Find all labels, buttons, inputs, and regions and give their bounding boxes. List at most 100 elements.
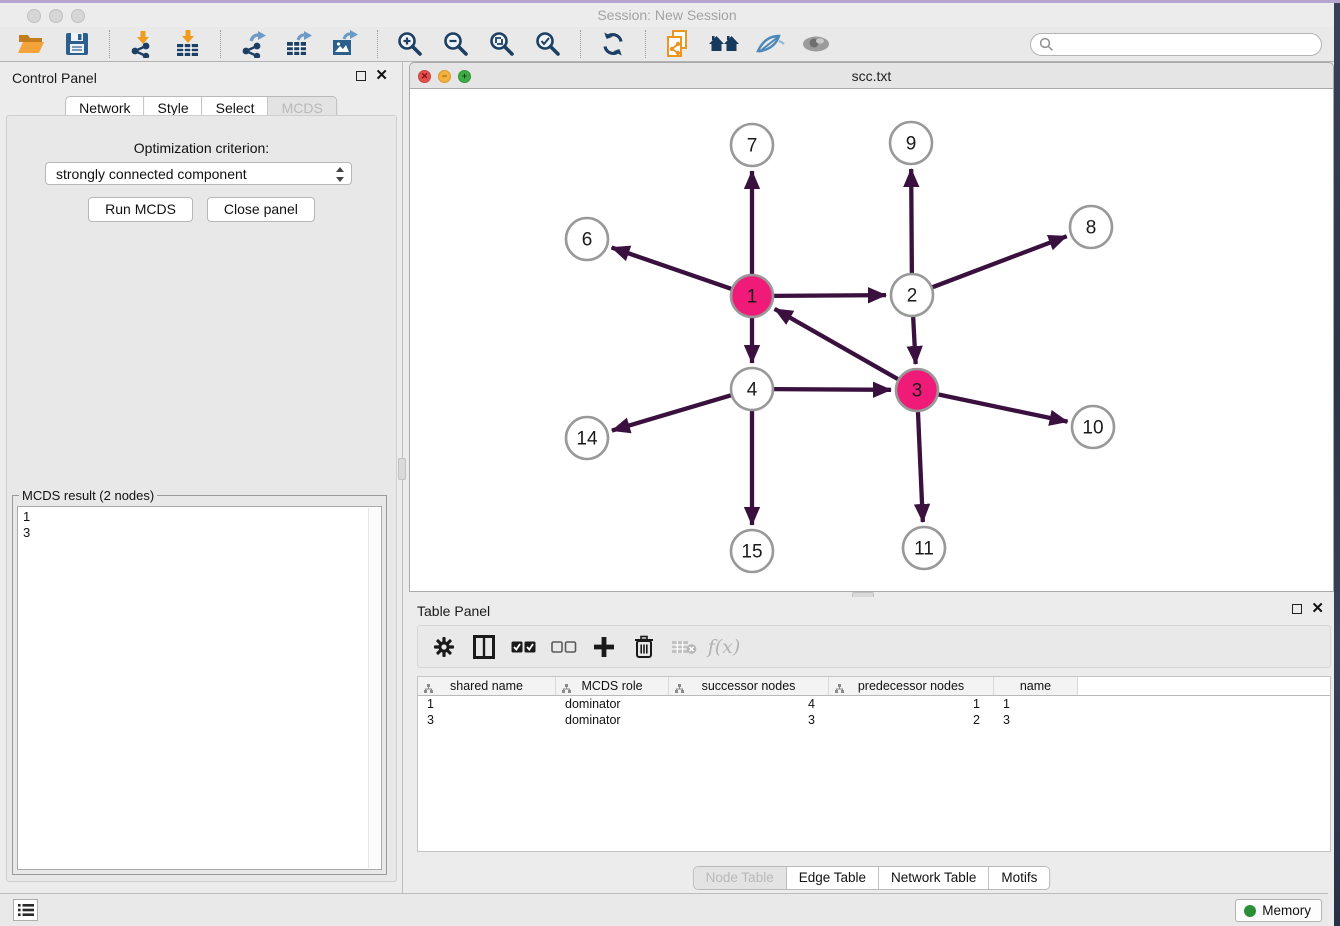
show-overview-icon[interactable] xyxy=(800,29,832,59)
table-cell[interactable]: dominator xyxy=(556,712,669,728)
graph-edge-1-2[interactable] xyxy=(774,295,886,296)
export-image-icon[interactable] xyxy=(329,29,361,59)
table-options-icon[interactable] xyxy=(430,634,458,660)
graph-edge-3-10[interactable] xyxy=(939,395,1068,422)
column-header-predecessor-nodes[interactable]: predecessor nodes xyxy=(829,677,994,695)
control-panel-float-icon[interactable] xyxy=(356,71,366,81)
close-panel-button[interactable]: Close panel xyxy=(207,197,315,222)
table-cell[interactable]: 2 xyxy=(829,712,994,728)
network-canvas[interactable]: 7 9 6 8 1 2 4 3 14 10 15 11 xyxy=(409,89,1334,592)
import-table-icon[interactable] xyxy=(172,29,204,59)
graph-edge-2-9[interactable] xyxy=(911,169,912,273)
zoom-selected-icon[interactable] xyxy=(532,29,564,59)
graph-node-10[interactable]: 10 xyxy=(1072,406,1114,448)
table-cell[interactable]: 4 xyxy=(669,696,829,712)
column-header-shared-name[interactable]: shared name xyxy=(418,677,556,695)
graph-node-9[interactable]: 9 xyxy=(890,122,932,164)
table-cell[interactable]: 3 xyxy=(669,712,829,728)
graph-node-14[interactable]: 14 xyxy=(566,417,608,459)
column-label: successor nodes xyxy=(702,679,796,693)
show-columns-icon[interactable] xyxy=(470,634,498,660)
svg-text:4: 4 xyxy=(747,380,758,401)
graph-edge-1-6[interactable] xyxy=(612,247,732,288)
graph-edge-2-3[interactable] xyxy=(913,317,915,364)
graph-node-2[interactable]: 2 xyxy=(891,274,933,316)
svg-text:3: 3 xyxy=(912,381,923,402)
select-all-icon[interactable] xyxy=(510,634,538,660)
control-panel-close-icon[interactable]: ✕ xyxy=(375,71,388,81)
refresh-view-icon[interactable] xyxy=(597,29,629,59)
table-cell[interactable]: 1 xyxy=(418,696,556,712)
table-panel-float-icon[interactable] xyxy=(1292,604,1302,614)
node-table[interactable]: shared nameMCDS role successor nodes prede… xyxy=(417,676,1331,852)
run-mcds-button[interactable]: Run MCDS xyxy=(88,197,193,222)
graph-edge-4-3[interactable] xyxy=(774,389,891,390)
network-window-titlebar[interactable]: ✕ − + scc.txt xyxy=(409,62,1334,89)
graph-node-1[interactable]: 1 xyxy=(731,275,773,317)
export-network-icon[interactable] xyxy=(237,29,269,59)
task-history-button[interactable] xyxy=(13,899,38,921)
tab-node-table[interactable]: Node Table xyxy=(694,867,787,889)
svg-text:2: 2 xyxy=(907,286,918,307)
dropdown-stepper-icon xyxy=(333,165,347,187)
status-bar: Memory xyxy=(0,893,1328,926)
delete-row-icon[interactable] xyxy=(630,634,658,660)
graph-edge-3-11[interactable] xyxy=(918,412,923,522)
graph-node-15[interactable]: 15 xyxy=(731,530,773,572)
table-cell[interactable]: 1 xyxy=(994,696,1078,712)
memory-button[interactable]: Memory xyxy=(1235,899,1322,922)
save-session-icon[interactable] xyxy=(61,29,93,59)
table-panel-close-icon[interactable]: ✕ xyxy=(1311,604,1324,614)
table-row[interactable]: 1dominator411 xyxy=(418,696,1330,712)
column-header-name[interactable]: name xyxy=(994,677,1078,695)
delete-table-icon[interactable] xyxy=(670,634,698,660)
open-home-icon[interactable] xyxy=(708,29,740,59)
deselect-all-icon[interactable] xyxy=(550,634,578,660)
zoom-fit-icon[interactable] xyxy=(486,29,518,59)
search-field xyxy=(1030,33,1322,56)
svg-text:8: 8 xyxy=(1086,218,1097,239)
search-icon xyxy=(1039,37,1054,57)
table-cell[interactable]: dominator xyxy=(556,696,669,712)
mcds-result-text[interactable]: 13 xyxy=(17,506,382,870)
table-cell[interactable]: 3 xyxy=(994,712,1078,728)
table-cell[interactable]: 3 xyxy=(418,712,556,728)
column-header-MCDS-role[interactable]: MCDS role xyxy=(556,677,669,695)
open-session-icon[interactable] xyxy=(15,29,47,59)
add-row-icon[interactable] xyxy=(590,634,618,660)
zoom-out-icon[interactable] xyxy=(440,29,472,59)
mcds-result-title: MCDS result (2 nodes) xyxy=(19,488,157,503)
table-cell[interactable]: 1 xyxy=(829,696,994,712)
zoom-in-icon[interactable] xyxy=(394,29,426,59)
graph-edge-2-8[interactable] xyxy=(933,236,1067,287)
apply-function-icon[interactable]: f(x) xyxy=(710,634,738,660)
duplicate-network-icon[interactable] xyxy=(662,29,694,59)
graph-edge-4-14[interactable] xyxy=(612,395,731,430)
graph-node-11[interactable]: 11 xyxy=(903,527,945,569)
tab-motifs[interactable]: Motifs xyxy=(989,867,1049,889)
graph-node-3[interactable]: 3 xyxy=(896,369,938,411)
column-label: predecessor nodes xyxy=(858,679,964,693)
column-header-successor-nodes[interactable]: successor nodes xyxy=(669,677,829,695)
main-toolbar xyxy=(0,27,1334,62)
result-scrollbar[interactable] xyxy=(368,508,380,868)
graph-node-6[interactable]: 6 xyxy=(566,218,608,260)
graph-node-7[interactable]: 7 xyxy=(731,124,773,166)
svg-text:15: 15 xyxy=(741,542,762,563)
criterion-dropdown[interactable]: strongly connected component xyxy=(45,162,352,185)
tab-network-table[interactable]: Network Table xyxy=(879,867,989,889)
tab-edge-table[interactable]: Edge Table xyxy=(787,867,879,889)
import-network-icon[interactable] xyxy=(126,29,158,59)
result-line: 3 xyxy=(23,525,381,541)
export-table-icon[interactable] xyxy=(283,29,315,59)
graph-node-8[interactable]: 8 xyxy=(1070,206,1112,248)
graph-node-4[interactable]: 4 xyxy=(731,368,773,410)
table-row[interactable]: 3dominator323 xyxy=(418,712,1330,728)
search-input[interactable] xyxy=(1030,33,1322,56)
panel-splitter-handle[interactable] xyxy=(398,458,406,480)
graph-edge-3-1[interactable] xyxy=(775,309,898,379)
desktop-edge xyxy=(1334,0,1340,926)
result-line: 1 xyxy=(23,509,381,525)
column-label: name xyxy=(1020,679,1051,693)
hide-panels-icon[interactable] xyxy=(754,29,786,59)
